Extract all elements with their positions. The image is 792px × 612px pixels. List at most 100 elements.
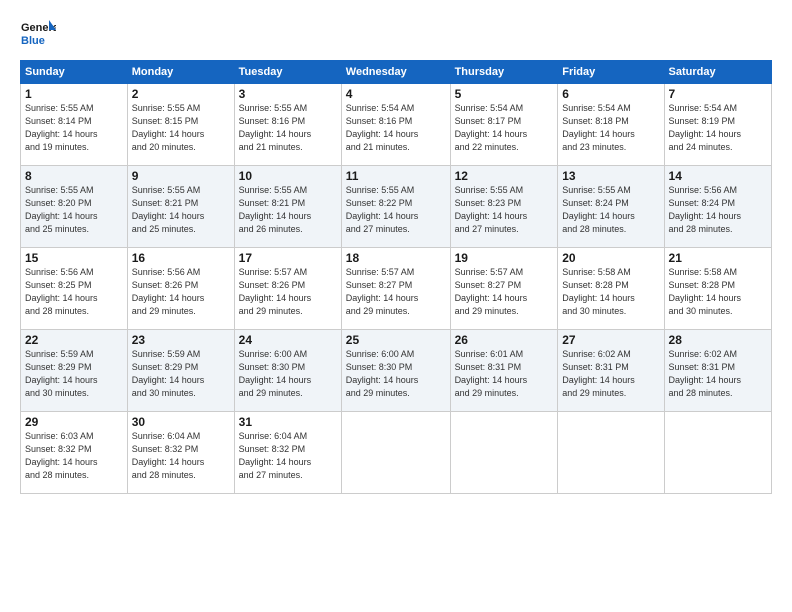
calendar-cell: 9Sunrise: 5:55 AM Sunset: 8:21 PM Daylig… xyxy=(127,166,234,248)
calendar-cell: 10Sunrise: 5:55 AM Sunset: 8:21 PM Dayli… xyxy=(234,166,341,248)
day-number: 23 xyxy=(132,333,230,347)
calendar-cell: 26Sunrise: 6:01 AM Sunset: 8:31 PM Dayli… xyxy=(450,330,558,412)
day-info: Sunrise: 5:59 AM Sunset: 8:29 PM Dayligh… xyxy=(132,348,230,400)
day-number: 26 xyxy=(455,333,554,347)
day-info: Sunrise: 5:55 AM Sunset: 8:23 PM Dayligh… xyxy=(455,184,554,236)
calendar-cell: 18Sunrise: 5:57 AM Sunset: 8:27 PM Dayli… xyxy=(341,248,450,330)
calendar-cell: 8Sunrise: 5:55 AM Sunset: 8:20 PM Daylig… xyxy=(21,166,128,248)
calendar-cell: 4Sunrise: 5:54 AM Sunset: 8:16 PM Daylig… xyxy=(341,84,450,166)
day-number: 15 xyxy=(25,251,123,265)
day-info: Sunrise: 5:54 AM Sunset: 8:18 PM Dayligh… xyxy=(562,102,659,154)
day-info: Sunrise: 5:57 AM Sunset: 8:26 PM Dayligh… xyxy=(239,266,337,318)
day-number: 25 xyxy=(346,333,446,347)
day-info: Sunrise: 6:00 AM Sunset: 8:30 PM Dayligh… xyxy=(239,348,337,400)
day-info: Sunrise: 5:55 AM Sunset: 8:21 PM Dayligh… xyxy=(239,184,337,236)
calendar-cell: 25Sunrise: 6:00 AM Sunset: 8:30 PM Dayli… xyxy=(341,330,450,412)
column-header-sunday: Sunday xyxy=(21,61,128,84)
day-number: 1 xyxy=(25,87,123,101)
calendar-week-4: 22Sunrise: 5:59 AM Sunset: 8:29 PM Dayli… xyxy=(21,330,772,412)
calendar-cell: 21Sunrise: 5:58 AM Sunset: 8:28 PM Dayli… xyxy=(664,248,771,330)
calendar-cell: 5Sunrise: 5:54 AM Sunset: 8:17 PM Daylig… xyxy=(450,84,558,166)
logo-svg: General Blue xyxy=(20,16,56,52)
calendar-week-2: 8Sunrise: 5:55 AM Sunset: 8:20 PM Daylig… xyxy=(21,166,772,248)
day-number: 18 xyxy=(346,251,446,265)
day-info: Sunrise: 5:55 AM Sunset: 8:15 PM Dayligh… xyxy=(132,102,230,154)
calendar-cell: 11Sunrise: 5:55 AM Sunset: 8:22 PM Dayli… xyxy=(341,166,450,248)
calendar-cell: 12Sunrise: 5:55 AM Sunset: 8:23 PM Dayli… xyxy=(450,166,558,248)
calendar-cell: 28Sunrise: 6:02 AM Sunset: 8:31 PM Dayli… xyxy=(664,330,771,412)
calendar-cell: 22Sunrise: 5:59 AM Sunset: 8:29 PM Dayli… xyxy=(21,330,128,412)
day-info: Sunrise: 5:56 AM Sunset: 8:25 PM Dayligh… xyxy=(25,266,123,318)
day-info: Sunrise: 6:00 AM Sunset: 8:30 PM Dayligh… xyxy=(346,348,446,400)
day-info: Sunrise: 5:54 AM Sunset: 8:19 PM Dayligh… xyxy=(669,102,767,154)
calendar-cell: 16Sunrise: 5:56 AM Sunset: 8:26 PM Dayli… xyxy=(127,248,234,330)
day-number: 9 xyxy=(132,169,230,183)
column-header-thursday: Thursday xyxy=(450,61,558,84)
calendar-cell: 30Sunrise: 6:04 AM Sunset: 8:32 PM Dayli… xyxy=(127,412,234,494)
calendar-cell: 23Sunrise: 5:59 AM Sunset: 8:29 PM Dayli… xyxy=(127,330,234,412)
day-number: 3 xyxy=(239,87,337,101)
calendar-cell: 6Sunrise: 5:54 AM Sunset: 8:18 PM Daylig… xyxy=(558,84,664,166)
day-info: Sunrise: 6:03 AM Sunset: 8:32 PM Dayligh… xyxy=(25,430,123,482)
day-number: 11 xyxy=(346,169,446,183)
calendar-cell: 17Sunrise: 5:57 AM Sunset: 8:26 PM Dayli… xyxy=(234,248,341,330)
day-number: 14 xyxy=(669,169,767,183)
day-number: 20 xyxy=(562,251,659,265)
day-number: 24 xyxy=(239,333,337,347)
svg-text:Blue: Blue xyxy=(21,35,45,47)
day-number: 10 xyxy=(239,169,337,183)
day-info: Sunrise: 5:56 AM Sunset: 8:24 PM Dayligh… xyxy=(669,184,767,236)
day-number: 16 xyxy=(132,251,230,265)
day-number: 13 xyxy=(562,169,659,183)
day-number: 6 xyxy=(562,87,659,101)
calendar-week-1: 1Sunrise: 5:55 AM Sunset: 8:14 PM Daylig… xyxy=(21,84,772,166)
calendar-cell: 15Sunrise: 5:56 AM Sunset: 8:25 PM Dayli… xyxy=(21,248,128,330)
calendar-cell xyxy=(341,412,450,494)
calendar-header-row: SundayMondayTuesdayWednesdayThursdayFrid… xyxy=(21,61,772,84)
day-info: Sunrise: 5:55 AM Sunset: 8:20 PM Dayligh… xyxy=(25,184,123,236)
day-number: 27 xyxy=(562,333,659,347)
calendar-cell: 2Sunrise: 5:55 AM Sunset: 8:15 PM Daylig… xyxy=(127,84,234,166)
day-info: Sunrise: 5:55 AM Sunset: 8:16 PM Dayligh… xyxy=(239,102,337,154)
day-info: Sunrise: 6:04 AM Sunset: 8:32 PM Dayligh… xyxy=(132,430,230,482)
day-info: Sunrise: 5:57 AM Sunset: 8:27 PM Dayligh… xyxy=(346,266,446,318)
logo: General Blue xyxy=(20,16,56,52)
day-number: 19 xyxy=(455,251,554,265)
calendar-cell: 29Sunrise: 6:03 AM Sunset: 8:32 PM Dayli… xyxy=(21,412,128,494)
calendar-cell: 19Sunrise: 5:57 AM Sunset: 8:27 PM Dayli… xyxy=(450,248,558,330)
day-number: 12 xyxy=(455,169,554,183)
calendar-week-5: 29Sunrise: 6:03 AM Sunset: 8:32 PM Dayli… xyxy=(21,412,772,494)
day-info: Sunrise: 5:58 AM Sunset: 8:28 PM Dayligh… xyxy=(562,266,659,318)
column-header-saturday: Saturday xyxy=(664,61,771,84)
header: General Blue xyxy=(20,16,772,52)
calendar-cell: 31Sunrise: 6:04 AM Sunset: 8:32 PM Dayli… xyxy=(234,412,341,494)
column-header-tuesday: Tuesday xyxy=(234,61,341,84)
day-number: 30 xyxy=(132,415,230,429)
day-number: 22 xyxy=(25,333,123,347)
day-number: 17 xyxy=(239,251,337,265)
day-info: Sunrise: 5:59 AM Sunset: 8:29 PM Dayligh… xyxy=(25,348,123,400)
day-info: Sunrise: 6:02 AM Sunset: 8:31 PM Dayligh… xyxy=(669,348,767,400)
day-info: Sunrise: 5:54 AM Sunset: 8:17 PM Dayligh… xyxy=(455,102,554,154)
day-number: 2 xyxy=(132,87,230,101)
calendar-cell: 13Sunrise: 5:55 AM Sunset: 8:24 PM Dayli… xyxy=(558,166,664,248)
day-number: 29 xyxy=(25,415,123,429)
calendar-cell xyxy=(558,412,664,494)
day-info: Sunrise: 5:54 AM Sunset: 8:16 PM Dayligh… xyxy=(346,102,446,154)
calendar-cell: 24Sunrise: 6:00 AM Sunset: 8:30 PM Dayli… xyxy=(234,330,341,412)
column-header-friday: Friday xyxy=(558,61,664,84)
page: General Blue SundayMondayTuesdayWednesda… xyxy=(0,0,792,612)
day-info: Sunrise: 5:55 AM Sunset: 8:22 PM Dayligh… xyxy=(346,184,446,236)
calendar-table: SundayMondayTuesdayWednesdayThursdayFrid… xyxy=(20,60,772,494)
day-info: Sunrise: 6:04 AM Sunset: 8:32 PM Dayligh… xyxy=(239,430,337,482)
calendar-cell: 20Sunrise: 5:58 AM Sunset: 8:28 PM Dayli… xyxy=(558,248,664,330)
calendar-cell: 14Sunrise: 5:56 AM Sunset: 8:24 PM Dayli… xyxy=(664,166,771,248)
day-info: Sunrise: 5:55 AM Sunset: 8:14 PM Dayligh… xyxy=(25,102,123,154)
calendar-cell: 1Sunrise: 5:55 AM Sunset: 8:14 PM Daylig… xyxy=(21,84,128,166)
calendar-week-3: 15Sunrise: 5:56 AM Sunset: 8:25 PM Dayli… xyxy=(21,248,772,330)
day-info: Sunrise: 5:58 AM Sunset: 8:28 PM Dayligh… xyxy=(669,266,767,318)
calendar-cell xyxy=(450,412,558,494)
day-number: 4 xyxy=(346,87,446,101)
day-number: 31 xyxy=(239,415,337,429)
day-number: 8 xyxy=(25,169,123,183)
